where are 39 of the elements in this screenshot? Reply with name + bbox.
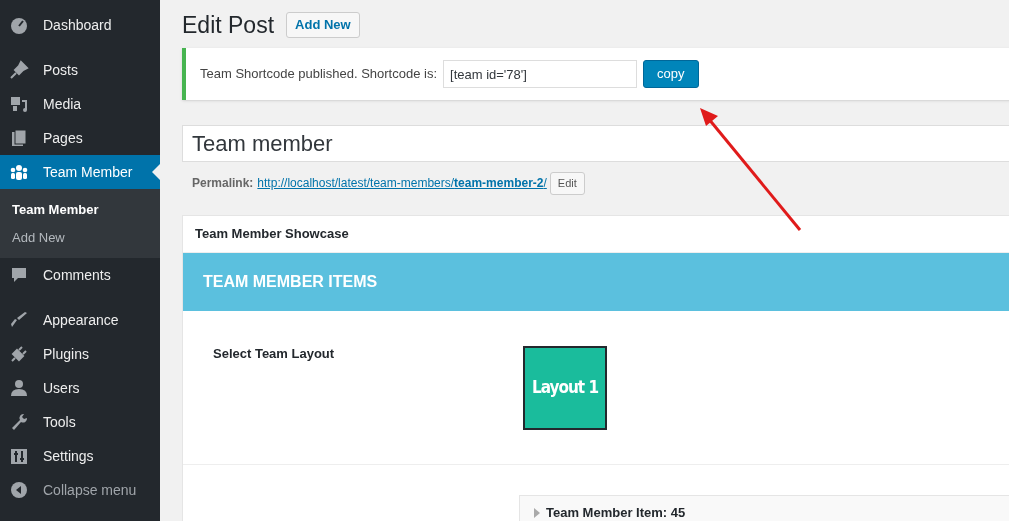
permalink-link[interactable]: http://localhost/latest/team-members/team-member-2/ [257,174,547,192]
speech-bubble-icon [9,265,29,285]
pages-icon [9,128,29,148]
menu-item[interactable]: Media [0,87,160,121]
submenu-item[interactable]: Team Member [0,196,160,224]
menu-item[interactable]: Settings [0,439,160,473]
sliders-icon [9,446,29,466]
notice-text: Team Shortcode published. Shortcode is: [200,65,438,84]
menu-item[interactable]: Pages [0,121,160,155]
menu-item[interactable]: Plugins [0,337,160,371]
menu-item[interactable]: Dashboard [0,8,160,42]
pointer-icon [152,164,160,180]
menu-item[interactable]: Posts [0,53,160,87]
page-title: Edit Post [182,10,275,40]
plug-icon [9,344,29,364]
collapse-icon [9,480,29,500]
gauge-icon [9,15,29,35]
permalink-label: Permalink: [192,175,254,192]
shortcode-field[interactable]: [team id='78'] [443,60,638,88]
media-icon [9,94,29,114]
copy-button[interactable]: copy [643,60,699,88]
submenu-item[interactable]: Add New [0,224,160,252]
triangle-icon [534,508,540,518]
field-label: Select Team Layout [212,345,336,363]
menu-item[interactable]: Team Member [0,155,160,189]
metabox-title: Team Member Showcase [195,225,349,244]
menu-item[interactable]: Comments [0,258,160,292]
menu-item[interactable]: Tools [0,405,160,439]
menu-item[interactable]: Users [0,371,160,405]
menu-item[interactable]: Appearance [0,303,160,337]
pushpin-icon [9,60,29,80]
title-field[interactable]: Team member [182,125,1009,162]
section-heading: TEAM MEMBER ITEMS [203,272,378,292]
edit-permalink-button[interactable]: Edit [549,171,585,195]
add-new-button[interactable]: Add New [286,12,360,38]
people-icon [9,162,29,182]
team-item-title: Team Member Item: 45 [546,506,686,520]
collapse-menu-button[interactable]: Collapse menu [0,473,160,507]
user-icon [9,378,29,398]
